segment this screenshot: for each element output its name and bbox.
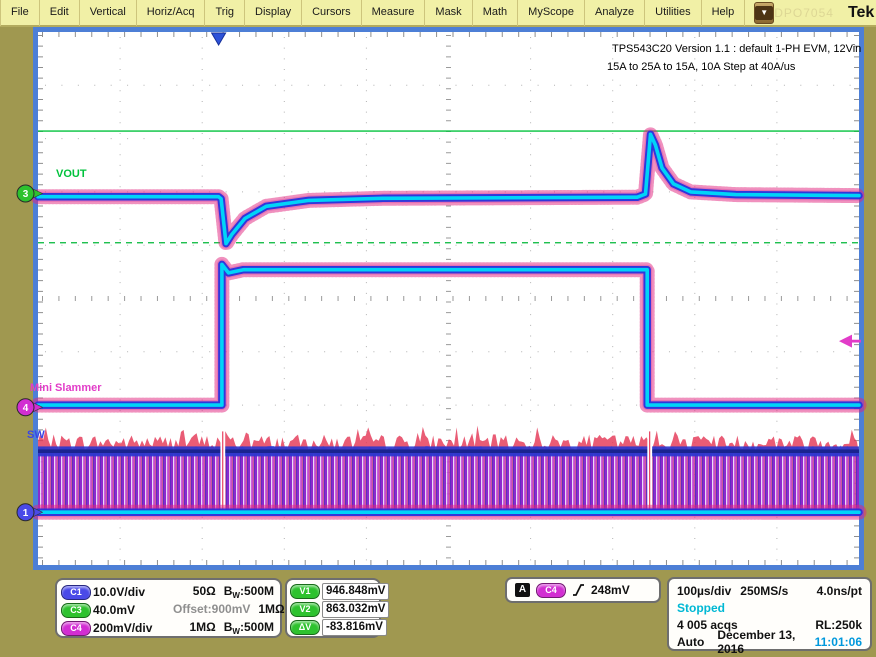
timebase-readout-box[interactable]: 100µs/div 250MS/s 4.0ns/pt Stopped 4 005… xyxy=(667,577,872,651)
trigger-mode: Auto xyxy=(677,635,704,649)
c1-scale: 10.0V/div xyxy=(93,585,173,599)
menu-help[interactable]: Help xyxy=(702,0,746,26)
menu-math[interactable]: Math xyxy=(473,0,518,26)
c4-badge: C4 xyxy=(61,621,91,636)
acquisition-status-row: Stopped xyxy=(677,599,862,616)
menu-horiz-acq[interactable]: Horiz/Acq xyxy=(137,0,206,26)
menu-utilities[interactable]: Utilities xyxy=(645,0,701,26)
channel-4-readout[interactable]: C4 200mV/div 1MΩ BW:500M xyxy=(61,619,274,637)
c1-badge: C1 xyxy=(61,585,91,600)
sample-resolution: 4.0ns/pt xyxy=(817,584,862,598)
trigger-readout-box[interactable]: A C4 248mV xyxy=(505,577,661,603)
acquisition-status: Stopped xyxy=(677,601,725,615)
menu-cursors[interactable]: Cursors xyxy=(302,0,362,26)
svg-text:1: 1 xyxy=(23,508,29,519)
annotation-line-2: 15A to 25A to 15A, 10A Step at 40A/us xyxy=(607,61,795,73)
timebase-row: 100µs/div 250MS/s 4.0ns/pt xyxy=(677,582,862,599)
c4-impedance: 1MΩ xyxy=(189,620,215,636)
time-text: 11:01:06 xyxy=(815,635,862,649)
svg-text:3: 3 xyxy=(23,189,29,200)
c1-impedance: 50Ω xyxy=(193,584,216,600)
menu-edit[interactable]: Edit xyxy=(40,0,80,26)
sw-trace-label: SW xyxy=(27,429,45,441)
trigger-system-badge: A xyxy=(515,583,530,597)
delta-v-value: -83.816mV xyxy=(322,619,387,636)
c3-scale: 40.0mV xyxy=(93,603,173,617)
v2-value: 863.032mV xyxy=(322,601,389,618)
trigger-level: 248mV xyxy=(591,583,630,597)
menu-measure[interactable]: Measure xyxy=(362,0,426,26)
oscilloscope-display: 3 4 1 xyxy=(0,0,876,657)
svg-text:4: 4 xyxy=(23,403,29,414)
c3-offset: Offset:900mV xyxy=(173,602,250,618)
record-length: RL:250k xyxy=(815,618,862,632)
delta-v-badge: ΔV xyxy=(290,620,320,635)
model-ghost-text: DPO7054 xyxy=(774,6,834,20)
menu-bar: File Edit Vertical Horiz/Acq Trig Displa… xyxy=(0,0,876,27)
v1-value: 946.848mV xyxy=(322,583,389,600)
c1-bandwidth: BW:500M xyxy=(224,584,274,600)
channel-readouts-box: C1 10.0V/div 50Ω BW:500M C3 40.0mV Offse… xyxy=(55,578,282,638)
annotation-line-1: TPS543C20 Version 1.1 : default 1-PH EVM… xyxy=(612,43,861,55)
c4-scale: 200mV/div xyxy=(93,621,173,635)
trigger-source-badge: C4 xyxy=(536,583,566,598)
datetime-row: Auto December 13, 2016 11:01:06 xyxy=(677,633,862,650)
rising-edge-icon xyxy=(572,583,585,597)
menu-analyze[interactable]: Analyze xyxy=(585,0,645,26)
cursor-v2-row: V2 863.032mV xyxy=(290,600,376,618)
c4-bandwidth: BW:500M xyxy=(224,620,274,636)
v1-badge: V1 xyxy=(290,584,320,599)
date-text: December 13, 2016 xyxy=(717,628,814,656)
menu-display[interactable]: Display xyxy=(245,0,302,26)
channel-3-readout[interactable]: C3 40.0mV Offset:900mV 1MΩ BW:20.0M xyxy=(61,601,274,619)
menu-vertical[interactable]: Vertical xyxy=(80,0,137,26)
cursor-delta-row: ΔV -83.816mV xyxy=(290,618,376,636)
menu-trig[interactable]: Trig xyxy=(205,0,245,26)
mini-slammer-trace-label: Mini Slammer xyxy=(30,382,102,394)
timebase-scale: 100µs/div xyxy=(677,584,731,598)
vout-trace-label: VOUT xyxy=(56,168,87,180)
c3-badge: C3 xyxy=(61,603,91,618)
menu-file[interactable]: File xyxy=(0,0,40,26)
tek-logo: Tek xyxy=(848,4,874,22)
chevron-down-icon: ▼ xyxy=(755,6,773,20)
cursor-v1-row: V1 946.848mV xyxy=(290,582,376,600)
menu-overflow-button[interactable]: ▼ xyxy=(754,2,774,24)
c3-impedance: 1MΩ xyxy=(258,602,284,618)
menu-mask[interactable]: Mask xyxy=(425,0,472,26)
sample-rate: 250MS/s xyxy=(740,584,788,598)
channel-1-readout[interactable]: C1 10.0V/div 50Ω BW:500M xyxy=(61,583,274,601)
v2-badge: V2 xyxy=(290,602,320,617)
menu-myscope[interactable]: MyScope xyxy=(518,0,585,26)
cursor-readouts-box[interactable]: V1 946.848mV V2 863.032mV ΔV -83.816mV xyxy=(285,578,381,638)
